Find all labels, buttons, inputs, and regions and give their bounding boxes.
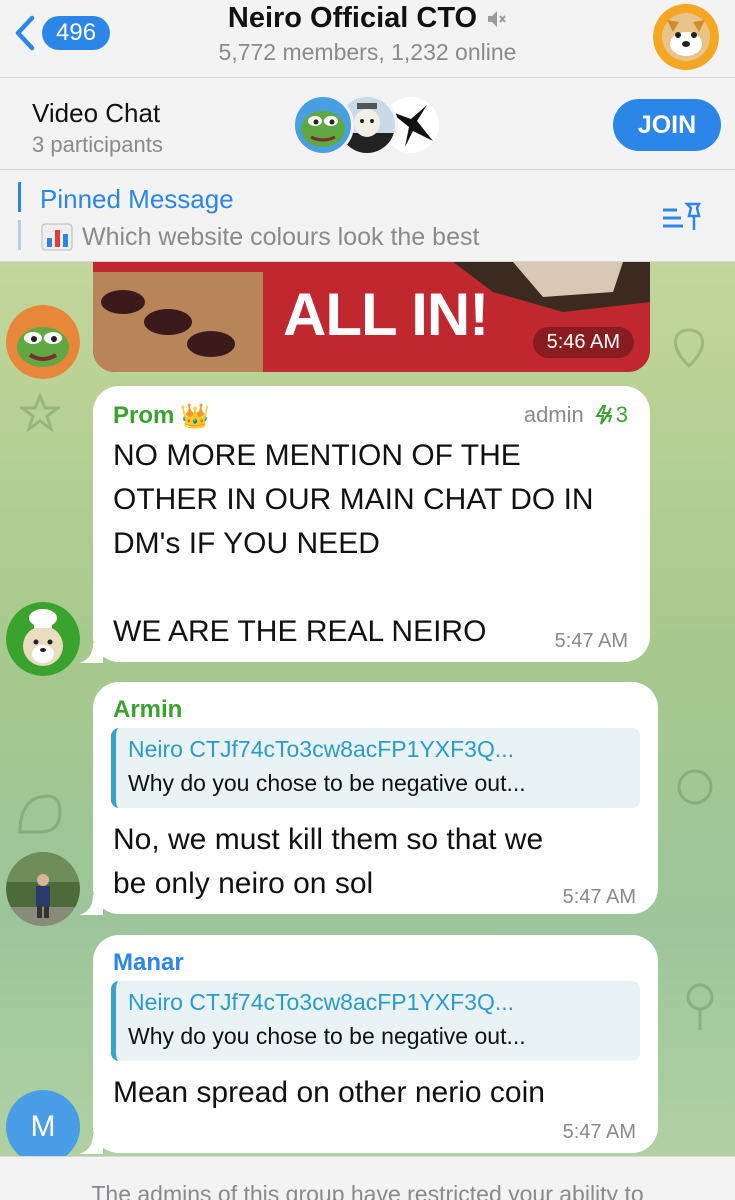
image-message[interactable]: ALL IN! 5:46 AM <box>93 262 650 372</box>
strawberry-doodle-icon <box>674 328 704 369</box>
message-time: 5:47 AM <box>562 886 636 908</box>
pepe-icon <box>301 111 345 147</box>
chat-title: Neiro Official CTO <box>227 2 478 34</box>
sender-avatar-pepe[interactable] <box>6 305 80 379</box>
message-bubble-manar[interactable]: Manar Neiro CTJf74cTo3cw8acFP1YXF3Q... W… <box>79 935 658 1154</box>
reply-preview[interactable]: Neiro CTJf74cTo3cw8acFP1YXF3Q... Why do … <box>111 728 640 808</box>
video-chat-bar[interactable]: Video Chat 3 participants JOIN <box>0 78 735 170</box>
pepe-icon <box>6 305 80 379</box>
chevron-left-icon <box>15 15 35 51</box>
chat-header: 496 Neiro Official CTO 5,772 members, 1,… <box>0 0 735 78</box>
photo-avatar-icon <box>6 852 80 926</box>
admin-meta: admin 3 <box>524 402 628 428</box>
reply-text: Why do you chose to be negative out... <box>128 1023 526 1049</box>
pin-indicator <box>18 220 21 250</box>
participant-avatar <box>292 94 354 156</box>
group-avatar[interactable] <box>653 2 719 72</box>
sender-name: Manar <box>113 949 184 976</box>
message-text: No, we must kill them so that we be only… <box>113 823 544 900</box>
message-bubble-prom[interactable]: Prom 👑 admin 3 NO MORE MENTION OF THE OT… <box>79 386 650 663</box>
sender-name: Armin <box>113 696 183 723</box>
reply-text: Why do you chose to be negative out... <box>128 770 526 796</box>
message-text: NO MORE MENTION OF THE OTHER IN OUR MAIN… <box>113 439 594 648</box>
avatar-letter: M <box>30 1110 56 1143</box>
chat-title-block[interactable]: Neiro Official CTO 5,772 members, 1,232 … <box>150 2 585 66</box>
boost-count: 3 <box>615 402 628 427</box>
reply-preview[interactable]: Neiro CTJf74cTo3cw8acFP1YXF3Q... Why do … <box>111 981 640 1061</box>
boost-badge: 3 <box>594 402 628 428</box>
muted-icon <box>488 10 506 27</box>
pinned-title: Pinned Message <box>40 184 234 214</box>
video-chat-participants: 3 participants <box>32 132 163 157</box>
reply-sender: Neiro CTJf74cTo3cw8acFP1YXF3Q... <box>128 989 515 1015</box>
unread-count-badge: 496 <box>42 16 111 50</box>
pinned-message-bar[interactable]: Pinned Message Which website colours loo… <box>0 170 735 262</box>
message-text: Mean spread on other nerio coin <box>113 1076 545 1109</box>
sender-avatar-prom[interactable] <box>6 602 80 676</box>
sender-name-row: Prom 👑 <box>113 402 210 431</box>
pin-indicator-active <box>18 182 21 212</box>
video-chat-avatars <box>292 94 442 158</box>
star-doodle-icon <box>20 392 60 432</box>
sender-avatar-manar[interactable]: M <box>6 1090 80 1164</box>
admin-label: admin <box>523 402 584 427</box>
sender-name: Prom <box>113 402 175 429</box>
back-button[interactable]: 496 <box>10 12 111 54</box>
pinned-list-icon[interactable] <box>661 200 705 234</box>
chat-subtitle: 5,772 members, 1,232 online <box>218 39 517 65</box>
ring-doodle-icon <box>677 769 713 805</box>
bubble-tail <box>79 891 103 915</box>
message-list[interactable]: ALL IN! 5:46 AM Prom 👑 admin 3 NO MORE M… <box>0 262 735 1200</box>
chef-dog-icon <box>6 602 80 676</box>
dino-doodle-icon <box>18 794 62 834</box>
pinned-text-row: Which website colours look the best <box>40 222 479 252</box>
pinned-text: Which website colours look the best <box>82 222 480 251</box>
video-chat-title: Video Chat <box>32 98 161 128</box>
bar-chart-icon <box>41 223 73 251</box>
bubble-tail <box>79 639 103 663</box>
sender-avatar-armin[interactable] <box>6 852 80 926</box>
restricted-notice: The admins of this group have restricted… <box>0 1156 735 1200</box>
lollipop-doodle-icon <box>686 983 714 1030</box>
join-button[interactable]: JOIN <box>613 99 721 151</box>
message-time: 5:47 AM <box>554 630 628 652</box>
shiba-avatar-icon <box>653 4 719 70</box>
crown-icon: 👑 <box>180 403 211 430</box>
boost-icon <box>594 405 613 425</box>
message-time: 5:47 AM <box>562 1121 636 1143</box>
bubble-tail <box>79 1130 103 1154</box>
reply-sender: Neiro CTJf74cTo3cw8acFP1YXF3Q... <box>128 736 515 762</box>
image-caption: ALL IN! <box>283 281 489 348</box>
message-time: 5:46 AM <box>532 327 634 358</box>
message-bubble-armin[interactable]: Armin Neiro CTJf74cTo3cw8acFP1YXF3Q... W… <box>79 682 658 915</box>
